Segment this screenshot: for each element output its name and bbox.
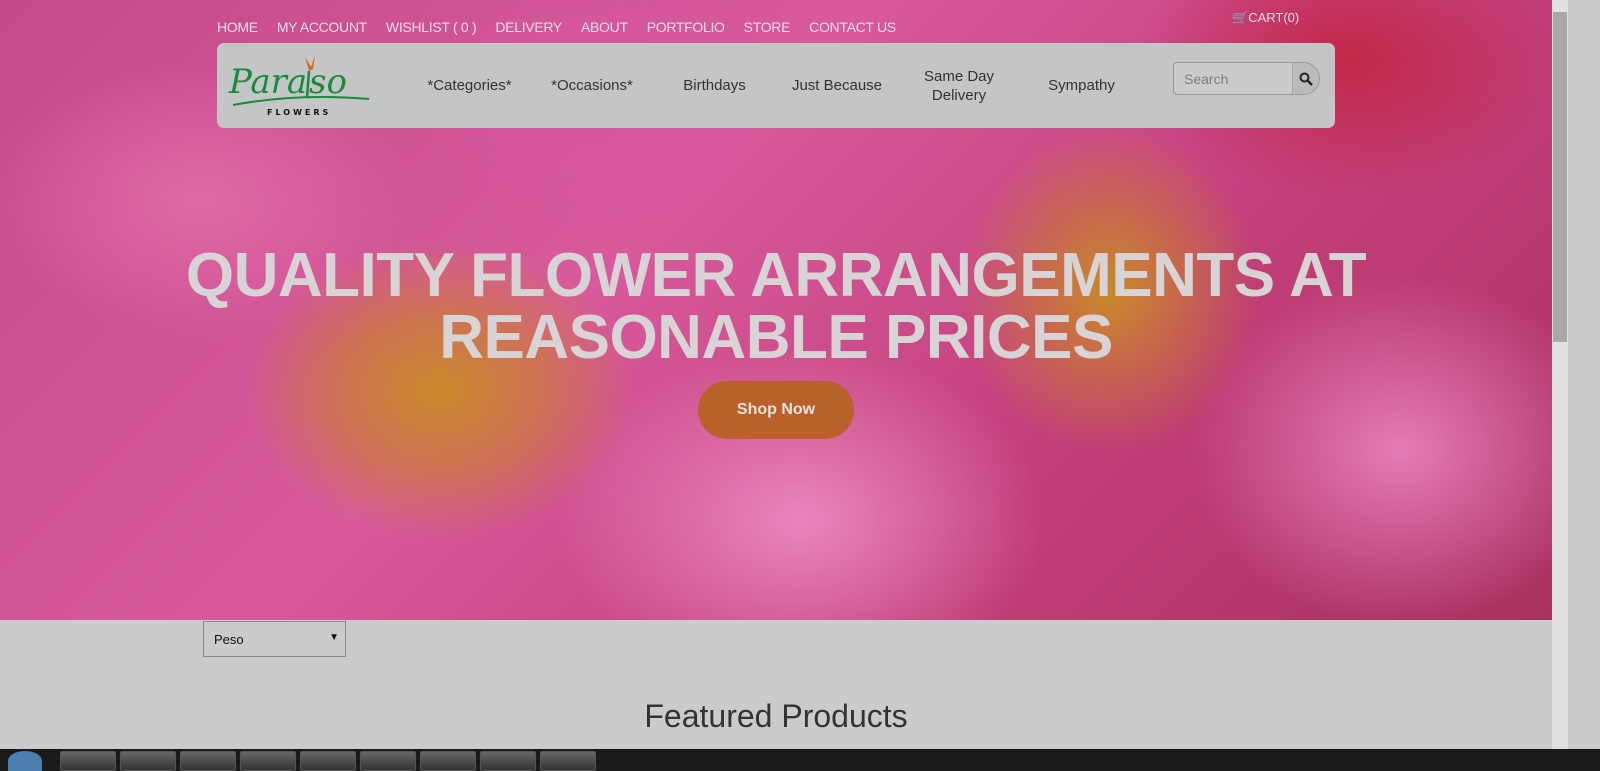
headline-line-1: QUALITY FLOWER ARRANGEMENTS AT [185,241,1367,310]
svg-text:Para: Para [228,62,307,102]
start-button[interactable] [8,751,42,771]
taskbar-item[interactable] [420,751,476,771]
nav-home[interactable]: HOME [217,19,258,35]
shop-now-button[interactable]: Shop Now [698,381,854,439]
svg-text:FLOWERS: FLOWERS [267,108,331,117]
search-box [1173,62,1320,95]
currency-value: Peso [214,632,244,647]
taskbar-item[interactable] [360,751,416,771]
featured-products-title: Featured Products [644,698,908,734]
taskbar-item[interactable] [480,751,536,771]
menu-categories[interactable]: *Categories* [417,43,522,128]
nav-wishlist[interactable]: WISHLIST ( 0 ) [386,19,477,35]
nav-contact-us[interactable]: CONTACT US [809,19,896,35]
taskbar-item[interactable] [120,751,176,771]
logo[interactable]: Para so FLOWERS [227,53,372,118]
nav-portfolio[interactable]: PORTFOLIO [647,19,725,35]
nav-store[interactable]: STORE [744,19,791,35]
menu-sympathy[interactable]: Sympathy [1035,43,1128,128]
menu-same-day-delivery[interactable]: Same Day Delivery [914,43,1004,128]
taskbar-item[interactable] [60,751,116,771]
top-nav: HOME MY ACCOUNT WISHLIST ( 0 ) DELIVERY … [217,19,896,35]
os-taskbar [0,749,1600,771]
taskbar-item[interactable] [540,751,596,771]
search-input[interactable] [1174,63,1294,94]
main-navbar: Para so FLOWERS *Categories* *Occasions*… [217,43,1335,128]
headline-line-2: REASONABLE PRICES [439,303,1113,372]
menu-occasions[interactable]: *Occasions* [542,43,642,128]
nav-about[interactable]: ABOUT [581,19,628,35]
cart-link[interactable]: 🛒CART(0) [1232,10,1299,26]
nav-my-account[interactable]: MY ACCOUNT [277,19,367,35]
taskbar-item[interactable] [240,751,296,771]
hero-headline: QUALITY FLOWER ARRANGEMENTS AT REASONABL… [0,245,1552,369]
taskbar-item[interactable] [300,751,356,771]
scrollbar-thumb[interactable] [1553,12,1567,342]
search-button[interactable] [1292,63,1319,94]
svg-text:so: so [309,62,347,102]
cart-icon: 🛒 [1232,10,1249,25]
menu-birthdays[interactable]: Birthdays [672,43,757,128]
cart-label: CART(0) [1248,10,1300,25]
dropdown-arrow-icon: ▼ [329,632,339,643]
menu-just-because[interactable]: Just Because [787,43,887,128]
currency-select[interactable]: Peso ▼ [203,621,346,657]
nav-delivery[interactable]: DELIVERY [495,19,562,35]
search-icon [1299,72,1313,86]
taskbar-item[interactable] [180,751,236,771]
